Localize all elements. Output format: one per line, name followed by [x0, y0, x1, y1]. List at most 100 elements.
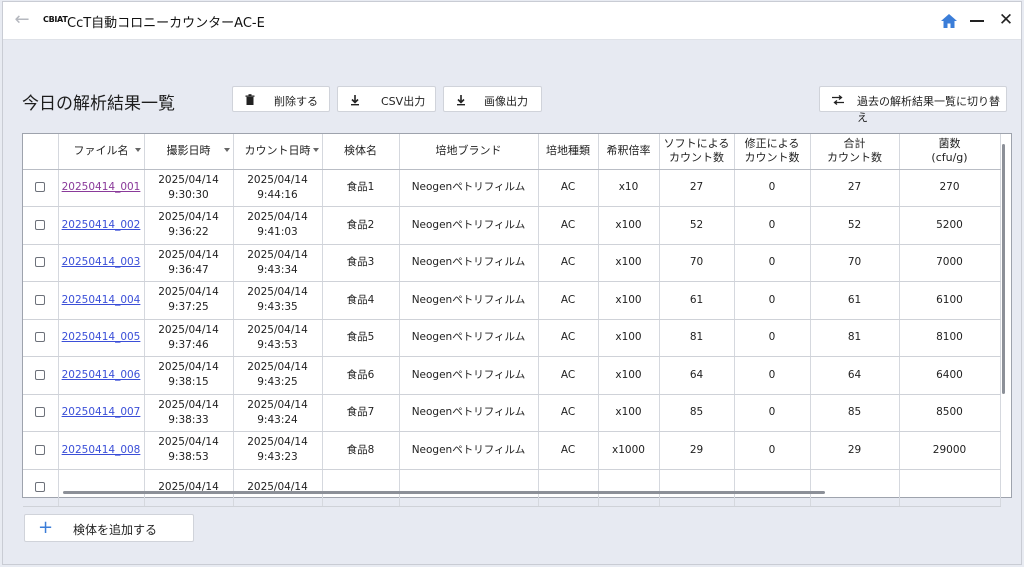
- medium-type-cell: AC: [538, 244, 599, 282]
- row-checkbox[interactable]: [35, 407, 46, 418]
- count-time-cell: 2025/04/14 9:43:34: [233, 244, 323, 282]
- shot-time: 9:38:15: [168, 376, 209, 389]
- file-name-cell: 20250414_004: [58, 281, 145, 320]
- row-checkbox[interactable]: [35, 294, 46, 305]
- header-file-name[interactable]: ファイル名: [58, 134, 145, 170]
- dilution-cell: x10: [598, 169, 660, 207]
- file-name-link[interactable]: 20250414_006: [62, 369, 141, 381]
- table-row[interactable]: 20250414_002 2025/04/14 9:36:22 2025/04/14 9…: [23, 206, 1001, 245]
- fix-count-cell: 0: [734, 319, 811, 357]
- row-select-cell: [23, 469, 59, 507]
- file-name-link[interactable]: 20250414_007: [62, 406, 141, 418]
- dilution-cell: x100: [598, 206, 660, 245]
- soft-count-cell: 61: [659, 281, 735, 320]
- switch-to-past-button[interactable]: 過去の解析結果一覧に切り替え: [819, 86, 1007, 124]
- back-arrow-icon[interactable]: ←: [11, 10, 33, 32]
- header-soft-count-line1: ソフトによる: [663, 137, 730, 151]
- shot-date: 2025/04/14: [158, 398, 219, 411]
- fix-count-cell: 0: [734, 281, 811, 320]
- table-row[interactable]: 20250414_004 2025/04/14 9:37:25 2025/04/14 9…: [23, 281, 1001, 320]
- shot-time: 9:38:53: [168, 451, 209, 464]
- file-name-link[interactable]: 20250414_008: [62, 444, 141, 456]
- file-name-cell: 20250414_005: [58, 319, 145, 357]
- medium-type-cell: AC: [538, 431, 599, 470]
- file-name-link[interactable]: 20250414_005: [62, 331, 141, 343]
- home-icon[interactable]: [939, 11, 959, 31]
- csv-export-label: CSV出力: [381, 95, 426, 108]
- sort-arrow-icon[interactable]: [134, 148, 141, 152]
- table-row[interactable]: 20250414_001 2025/04/14 9:30:30 2025/04/14 9…: [23, 169, 1001, 207]
- file-name-link[interactable]: 20250414_004: [62, 294, 141, 306]
- row-select-cell: [23, 244, 59, 282]
- medium-type-cell: AC: [538, 356, 599, 395]
- shot-time-cell: 2025/04/14 9:30:30: [144, 169, 234, 207]
- count-time-cell: 2025/04/14 9:43:24: [233, 394, 323, 432]
- header-shot-time[interactable]: 撮影日時: [144, 134, 234, 170]
- soft-count-cell: 64: [659, 356, 735, 395]
- header-count-time[interactable]: カウント日時: [233, 134, 323, 170]
- title-bar: ← CBIAT CcT自動コロニーカウンターAC-E ✕: [3, 2, 1021, 40]
- shot-time: 9:36:22: [168, 226, 209, 239]
- image-export-button[interactable]: 画像出力: [443, 86, 542, 112]
- table-row[interactable]: 2025/04/14 2025/04/14: [23, 469, 1001, 507]
- file-name-link[interactable]: 20250414_003: [62, 256, 141, 268]
- row-checkbox[interactable]: [35, 219, 46, 230]
- add-sample-button[interactable]: + 検体を追加する: [24, 514, 194, 542]
- file-name-link[interactable]: 20250414_002: [62, 219, 141, 231]
- row-checkbox[interactable]: [35, 182, 46, 193]
- table-row[interactable]: 20250414_003 2025/04/14 9:36:47 2025/04/14 9…: [23, 244, 1001, 282]
- row-checkbox[interactable]: [35, 332, 46, 343]
- cfu-cell: 270: [899, 169, 1001, 207]
- sample-cell: [322, 469, 400, 507]
- file-name-cell: 20250414_006: [58, 356, 145, 395]
- csv-export-button[interactable]: CSV出力: [337, 86, 436, 112]
- header-fix-count: 修正による カウント数: [734, 134, 811, 170]
- row-checkbox[interactable]: [35, 369, 46, 380]
- table-row[interactable]: 20250414_006 2025/04/14 9:38:15 2025/04/14 9…: [23, 356, 1001, 395]
- count-time-cell: 2025/04/14 9:44:16: [233, 169, 323, 207]
- soft-count-cell: 81: [659, 319, 735, 357]
- file-name-cell: 20250414_001: [58, 169, 145, 207]
- minimize-icon[interactable]: [965, 11, 989, 31]
- delete-button[interactable]: 削除する: [232, 86, 330, 112]
- table-row[interactable]: 20250414_005 2025/04/14 9:37:46 2025/04/14 9…: [23, 319, 1001, 357]
- count-time-cell: 2025/04/14 9:43:25: [233, 356, 323, 395]
- sort-arrow-icon[interactable]: [223, 148, 230, 152]
- header-file-name-label: ファイル名: [73, 144, 129, 158]
- dilution-cell: x100: [598, 394, 660, 432]
- row-select-cell: [23, 206, 59, 245]
- sort-arrow-icon[interactable]: [312, 148, 319, 152]
- sample-cell: 食品8: [322, 431, 400, 470]
- count-time: 9:44:16: [257, 188, 298, 201]
- horizontal-scrollbar[interactable]: [63, 491, 825, 494]
- plus-icon: +: [38, 517, 54, 538]
- sample-cell: 食品4: [322, 281, 400, 320]
- file-name-link[interactable]: 20250414_001: [62, 181, 141, 193]
- close-icon[interactable]: ✕: [995, 8, 1017, 32]
- shot-time-cell: 2025/04/14 9:36:47: [144, 244, 234, 282]
- shot-date: 2025/04/14: [158, 173, 219, 186]
- cfu-cell: 8500: [899, 394, 1001, 432]
- header-soft-count: ソフトによる カウント数: [659, 134, 735, 170]
- fix-count-cell: 0: [734, 394, 811, 432]
- brand-cell: Neogenペトリフィルム: [399, 206, 539, 245]
- table-row[interactable]: 20250414_008 2025/04/14 9:38:53 2025/04/14 9…: [23, 431, 1001, 470]
- soft-count-cell: 52: [659, 206, 735, 245]
- count-time: 9:43:34: [257, 263, 298, 276]
- table-row[interactable]: 20250414_007 2025/04/14 9:38:33 2025/04/14 9…: [23, 394, 1001, 432]
- row-checkbox[interactable]: [35, 257, 46, 268]
- count-date: 2025/04/14: [247, 286, 308, 299]
- row-checkbox[interactable]: [35, 444, 46, 455]
- medium-type-cell: AC: [538, 206, 599, 245]
- dilution-cell: x100: [598, 356, 660, 395]
- sample-cell: 食品5: [322, 319, 400, 357]
- shot-time-cell: 2025/04/14 9:38:53: [144, 431, 234, 470]
- count-time: 9:43:25: [257, 376, 298, 389]
- shot-time-cell: 2025/04/14 9:37:46: [144, 319, 234, 357]
- header-fix-count-line2: カウント数: [744, 151, 800, 165]
- fix-count-cell: 0: [734, 244, 811, 282]
- trash-icon: [244, 93, 256, 107]
- vertical-scrollbar[interactable]: [1002, 144, 1005, 394]
- cfu-cell: 7000: [899, 244, 1001, 282]
- row-checkbox[interactable]: [35, 482, 46, 493]
